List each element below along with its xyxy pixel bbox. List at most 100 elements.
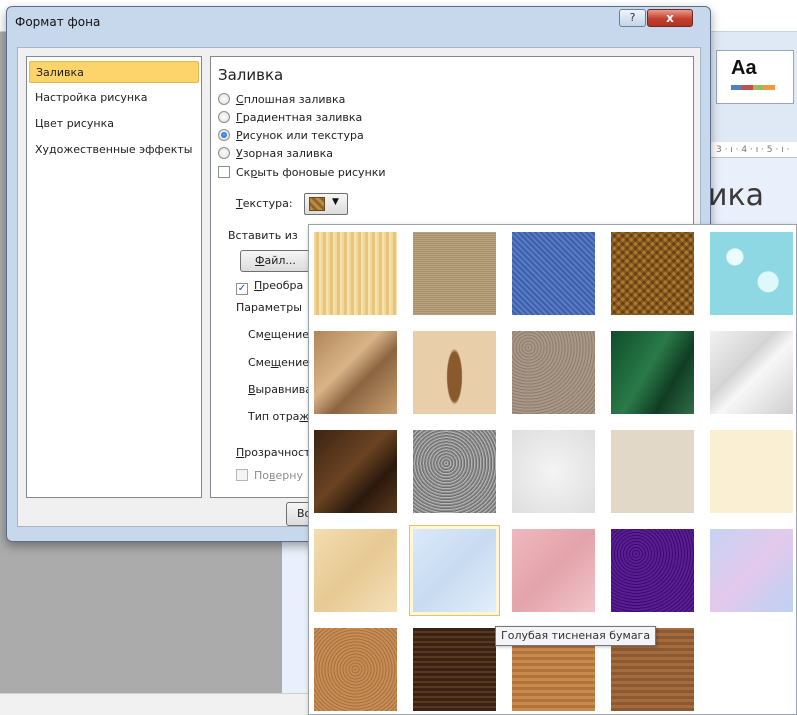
texture-walnut[interactable] xyxy=(409,624,500,714)
texture-swatch xyxy=(314,232,397,315)
offset-y-label: Смещение xyxy=(248,356,309,369)
insert-from-label: Вставить из xyxy=(228,229,298,242)
option-accel: Р xyxy=(236,129,243,142)
texture-swatch xyxy=(710,331,793,414)
texture-white-marble[interactable] xyxy=(706,327,796,418)
texture-swatch xyxy=(413,430,496,513)
texture-papyrus[interactable] xyxy=(310,228,401,319)
label-part: щение xyxy=(270,328,310,341)
radio-button-checked[interactable] xyxy=(218,129,230,141)
texture-bouquet[interactable] xyxy=(706,525,796,616)
radio-button[interactable] xyxy=(218,93,230,105)
checkbox-label: Ск xyxy=(236,166,251,179)
texture-parchment[interactable] xyxy=(706,426,796,517)
checkbox-disabled[interactable] xyxy=(236,469,248,481)
label-part: ерну xyxy=(275,469,303,482)
transparency-label: Прозрачност xyxy=(236,446,310,459)
dialog-titlebar[interactable]: Формат фона ? x xyxy=(7,7,710,43)
radio-pattern-fill[interactable]: Узорная заливка xyxy=(218,147,333,160)
label-part: ыравнива xyxy=(255,383,313,396)
texture-newsprint[interactable] xyxy=(508,426,599,517)
texture-brown-marble[interactable] xyxy=(310,426,401,517)
label-part: ение xyxy=(281,356,310,369)
texture-preview-icon xyxy=(309,197,326,211)
radio-gradient-fill[interactable]: Градиентная заливка xyxy=(218,111,362,124)
option-label: исунок или текстура xyxy=(242,129,364,142)
texture-cork[interactable] xyxy=(310,624,401,714)
option-label: плошная заливка xyxy=(243,93,346,106)
texture-swatch xyxy=(710,529,793,612)
file-button[interactable]: Файл... xyxy=(240,250,310,272)
texture-dropdown-button[interactable]: ▼ xyxy=(304,193,349,215)
offset-x-label: Смещение xyxy=(248,328,309,341)
dialog-title: Формат фона xyxy=(15,15,101,29)
texture-swatch xyxy=(512,232,595,315)
texture-fish-fossil[interactable] xyxy=(409,327,500,418)
texture-swatch xyxy=(512,331,595,414)
texture-green-marble[interactable] xyxy=(607,327,698,418)
texture-woven-mat[interactable] xyxy=(607,228,698,319)
texture-denim[interactable] xyxy=(508,228,599,319)
nav-item-picture-corrections[interactable]: Настройка рисунка xyxy=(29,87,199,109)
option-accel: Г xyxy=(236,111,243,124)
texture-granite[interactable] xyxy=(409,426,500,517)
checkbox[interactable] xyxy=(218,166,230,178)
texture-blue-tissue-paper[interactable] xyxy=(409,525,500,616)
checkbox-label: ыть фоновые рисунки xyxy=(257,166,386,179)
texture-swatch xyxy=(710,430,793,513)
tile-picture-checkbox[interactable]: ✓ Преобра xyxy=(236,279,303,295)
texture-swatch xyxy=(413,232,496,315)
close-icon: x xyxy=(666,11,674,25)
texture-swatch xyxy=(314,430,397,513)
section-title: Заливка xyxy=(218,66,284,84)
texture-canvas[interactable] xyxy=(409,228,500,319)
texture-swatch xyxy=(512,430,595,513)
category-list: Заливка Настройка рисунка Цвет рисунка Х… xyxy=(26,56,202,498)
horizontal-ruler: 3 · ı · 4 · ı · 5 · ı · xyxy=(710,142,797,158)
texture-label: екстура: xyxy=(242,197,293,210)
hide-background-graphics-checkbox[interactable]: Скрыть фоновые рисунки xyxy=(218,166,386,179)
help-button[interactable]: ? xyxy=(619,9,646,27)
texture-swatch xyxy=(611,331,694,414)
texture-pink-tissue-paper[interactable] xyxy=(508,525,599,616)
mirror-type-label: Тип отраж xyxy=(248,410,309,423)
option-accel: щ xyxy=(270,356,282,369)
radio-button[interactable] xyxy=(218,147,230,159)
label-part: См xyxy=(248,328,264,341)
slide-title-fragment[interactable]: ика xyxy=(708,178,764,213)
texture-swatch xyxy=(413,628,496,711)
texture-swatch xyxy=(314,628,397,711)
texture-purple-mesh[interactable] xyxy=(607,525,698,616)
texture-water-droplets[interactable] xyxy=(706,228,796,319)
texture-sand[interactable] xyxy=(508,327,599,418)
label-part: Сме xyxy=(248,356,271,369)
texture-label-accel: Т xyxy=(236,197,243,210)
alignment-label: Выравнива xyxy=(248,383,312,396)
theme-color-swatch xyxy=(731,85,775,90)
texture-stationery[interactable] xyxy=(310,525,401,616)
texture-recycled-paper[interactable] xyxy=(607,426,698,517)
option-label: зорная заливка xyxy=(242,147,333,160)
nav-item-picture-color[interactable]: Цвет рисунка xyxy=(29,113,199,135)
texture-swatch xyxy=(314,529,397,612)
rotate-with-shape-checkbox[interactable]: Поверну xyxy=(236,469,303,482)
texture-swatch xyxy=(512,529,595,612)
theme-thumbnail[interactable]: Aa xyxy=(716,50,794,104)
button-label: айл... xyxy=(264,254,296,267)
label-part: Тип отра xyxy=(248,410,300,423)
chevron-down-icon: ▼ xyxy=(332,197,339,207)
option-accel: е xyxy=(263,328,271,341)
nav-item-fill[interactable]: Заливка xyxy=(29,61,199,83)
radio-picture-texture-fill[interactable]: Рисунок или текстура xyxy=(218,129,364,142)
texture-paper-bag[interactable] xyxy=(310,327,401,418)
option-label: радиентная заливка xyxy=(242,111,363,124)
nav-item-artistic-effects[interactable]: Художественные эффекты xyxy=(29,139,199,161)
texture-swatch xyxy=(710,232,793,315)
radio-solid-fill[interactable]: Сплошная заливка xyxy=(218,93,345,106)
close-window-button[interactable]: x xyxy=(647,9,693,27)
texture-swatch xyxy=(611,529,694,612)
checkbox-label: реобра xyxy=(262,279,304,292)
help-icon: ? xyxy=(629,11,636,24)
checkbox-checked[interactable]: ✓ xyxy=(236,283,248,295)
radio-button[interactable] xyxy=(218,111,230,123)
